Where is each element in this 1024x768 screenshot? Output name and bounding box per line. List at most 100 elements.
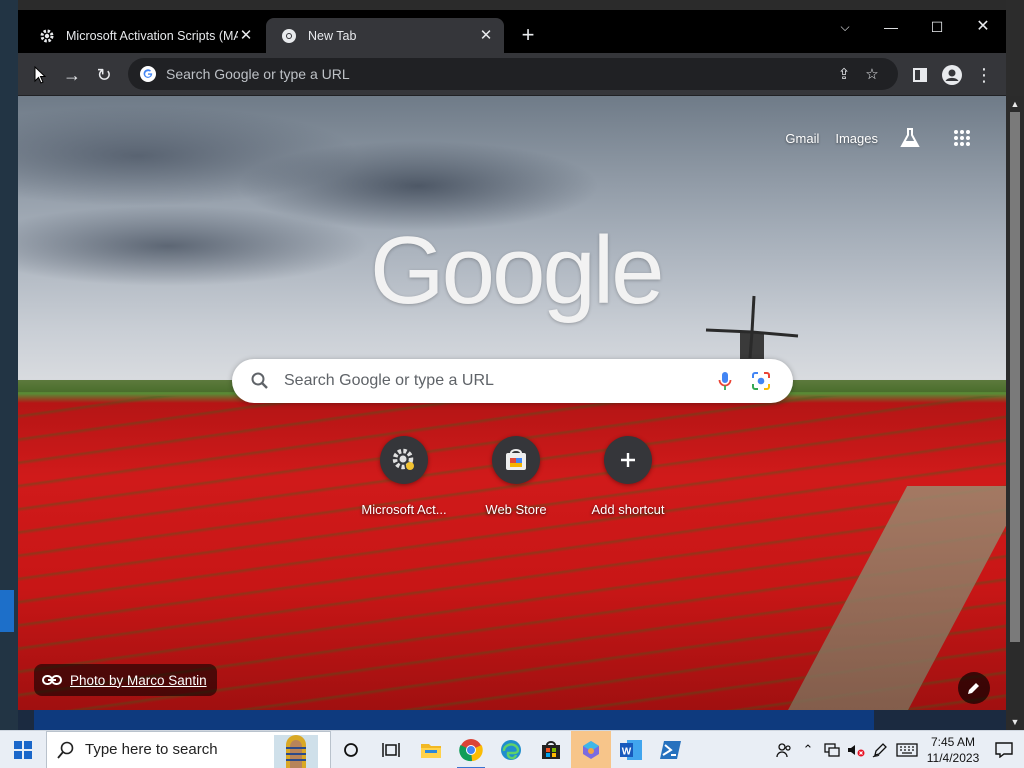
- scroll-down-arrow-icon[interactable]: ▼: [1006, 714, 1024, 730]
- shortcuts-row: Microsoft Act... Web Store Add shortcut: [348, 436, 684, 517]
- shortcut-label: Web Store: [485, 502, 547, 517]
- profile-avatar-button[interactable]: [938, 61, 966, 89]
- task-view-icon: [382, 742, 400, 757]
- link-icon: [42, 675, 62, 685]
- top-links: Gmail Images: [769, 118, 982, 158]
- bookmark-star-icon[interactable]: ☆: [858, 60, 886, 88]
- apps-grid-icon[interactable]: [942, 118, 982, 158]
- chrome-taskbar-button[interactable]: [451, 731, 491, 768]
- chrome-window: Microsoft Activation Scripts (MA ✕ New T…: [18, 10, 1006, 710]
- photo-attribution-link[interactable]: Photo by Marco Santin: [34, 664, 217, 696]
- tab-search-chevron-icon[interactable]: ⌵: [822, 14, 868, 40]
- search-highlight-pharaoh-image: [274, 734, 318, 768]
- shortcut-label: Microsoft Act...: [361, 502, 447, 517]
- new-tab-page: Gmail Images Google Search Google or typ…: [18, 96, 1006, 710]
- close-window-button[interactable]: ✕: [960, 14, 1006, 40]
- desktop-below-window: [18, 710, 1006, 730]
- omnibox[interactable]: ⇪ ☆: [128, 58, 898, 90]
- desktop-window-fragment: [0, 590, 14, 632]
- desktop-left-edge: [0, 0, 18, 730]
- cortana-button[interactable]: [331, 731, 371, 768]
- edge-taskbar-button[interactable]: [491, 731, 531, 768]
- word-icon: W: [620, 739, 642, 760]
- toolbar: → ↻ ⇪ ☆ ⋮: [18, 53, 1006, 96]
- tab-title: Microsoft Activation Scripts (MA: [66, 28, 238, 43]
- side-panel-button[interactable]: [906, 61, 934, 89]
- network-icon[interactable]: [820, 731, 844, 768]
- reload-button[interactable]: ↻: [90, 61, 118, 89]
- gear-icon: [380, 436, 428, 484]
- taskbar-search-box[interactable]: [46, 730, 331, 768]
- clock-time: 7:45 AM: [930, 734, 976, 749]
- chrome-icon: [280, 27, 298, 45]
- gear-icon: [38, 27, 56, 45]
- web-store-icon: [492, 436, 540, 484]
- maximize-button[interactable]: ☐: [914, 14, 960, 40]
- desktop-top-edge: [0, 0, 1024, 10]
- new-tab-button[interactable]: +: [516, 24, 540, 48]
- back-button[interactable]: [26, 61, 54, 89]
- google-lens-icon[interactable]: [743, 363, 779, 399]
- windows-logo-icon: [14, 740, 32, 759]
- minimize-button[interactable]: —: [868, 14, 914, 40]
- omnibox-input[interactable]: [166, 66, 830, 82]
- google-logo: Google: [370, 217, 665, 324]
- search-icon: [251, 372, 268, 389]
- search-icon: [57, 741, 74, 759]
- ntp-search-input[interactable]: [284, 372, 707, 390]
- clock-date: 11/4/2023: [926, 750, 980, 765]
- word-taskbar-button[interactable]: W: [611, 731, 651, 768]
- svg-text:W: W: [622, 746, 632, 757]
- labs-flask-icon[interactable]: [890, 118, 930, 158]
- shortcut-microsoft-activation[interactable]: Microsoft Act...: [348, 436, 460, 517]
- powershell-taskbar-button[interactable]: [651, 731, 691, 768]
- page-scrollbar[interactable]: ▲ ▼: [1006, 96, 1024, 730]
- windmill-image: [705, 295, 799, 360]
- gmail-link[interactable]: Gmail: [785, 131, 819, 146]
- customize-chrome-pencil-icon[interactable]: [958, 672, 990, 704]
- shortcut-web-store[interactable]: Web Store: [460, 436, 572, 517]
- close-tab-icon[interactable]: ✕: [238, 27, 254, 44]
- tab-strip: Microsoft Activation Scripts (MA ✕ New T…: [18, 10, 1006, 53]
- file-explorer-icon: [421, 743, 441, 758]
- touch-keyboard-icon[interactable]: [892, 731, 922, 768]
- kebab-menu-button[interactable]: ⋮: [970, 61, 998, 89]
- volume-muted-icon[interactable]: [844, 731, 868, 768]
- shortcut-label: Add shortcut: [591, 502, 665, 517]
- windows-taskbar: W ⌃ 7:45 AM 11/4/2023: [0, 730, 1024, 768]
- start-button[interactable]: [0, 731, 46, 768]
- voice-search-microphone-icon[interactable]: [707, 363, 743, 399]
- chrome-icon: [459, 738, 483, 761]
- share-icon[interactable]: ⇪: [830, 60, 858, 88]
- close-tab-icon[interactable]: ✕: [478, 27, 494, 44]
- images-link[interactable]: Images: [835, 131, 878, 146]
- show-hidden-icons-chevron-icon[interactable]: ⌃: [796, 731, 820, 768]
- system-tray: ⌃ 7:45 AM 11/4/2023: [772, 731, 1024, 768]
- microsoft-store-button[interactable]: [531, 731, 571, 768]
- cortana-icon: [344, 742, 358, 757]
- forward-button[interactable]: →: [58, 61, 86, 89]
- attribution-text: Photo by Marco Santin: [70, 672, 207, 688]
- desktop-window-fragment: [34, 710, 874, 730]
- add-shortcut-button[interactable]: Add shortcut: [572, 436, 684, 517]
- scroll-up-arrow-icon[interactable]: ▲: [1006, 96, 1024, 112]
- copilot-taskbar-button[interactable]: [571, 730, 611, 768]
- notifications-icon[interactable]: [984, 731, 1024, 768]
- file-explorer-button[interactable]: [411, 731, 451, 768]
- powershell-icon: [660, 740, 681, 759]
- ntp-search-box[interactable]: [232, 359, 793, 403]
- google-g-icon: [140, 66, 156, 82]
- tab-microsoft-activation-scripts[interactable]: Microsoft Activation Scripts (MA ✕: [24, 18, 264, 53]
- task-view-button[interactable]: [371, 731, 411, 768]
- copilot-icon: [583, 740, 599, 759]
- tab-new-tab[interactable]: New Tab ✕: [266, 18, 504, 53]
- pen-workspace-icon[interactable]: [868, 731, 892, 768]
- clock[interactable]: 7:45 AM 11/4/2023: [922, 734, 984, 766]
- store-icon: [542, 740, 560, 759]
- scrollbar-thumb[interactable]: [1010, 112, 1020, 642]
- tab-title: New Tab: [308, 28, 357, 43]
- edge-icon: [501, 739, 521, 760]
- people-icon[interactable]: [772, 731, 796, 768]
- plus-icon: [604, 436, 652, 484]
- taskbar-search-input[interactable]: [85, 741, 255, 758]
